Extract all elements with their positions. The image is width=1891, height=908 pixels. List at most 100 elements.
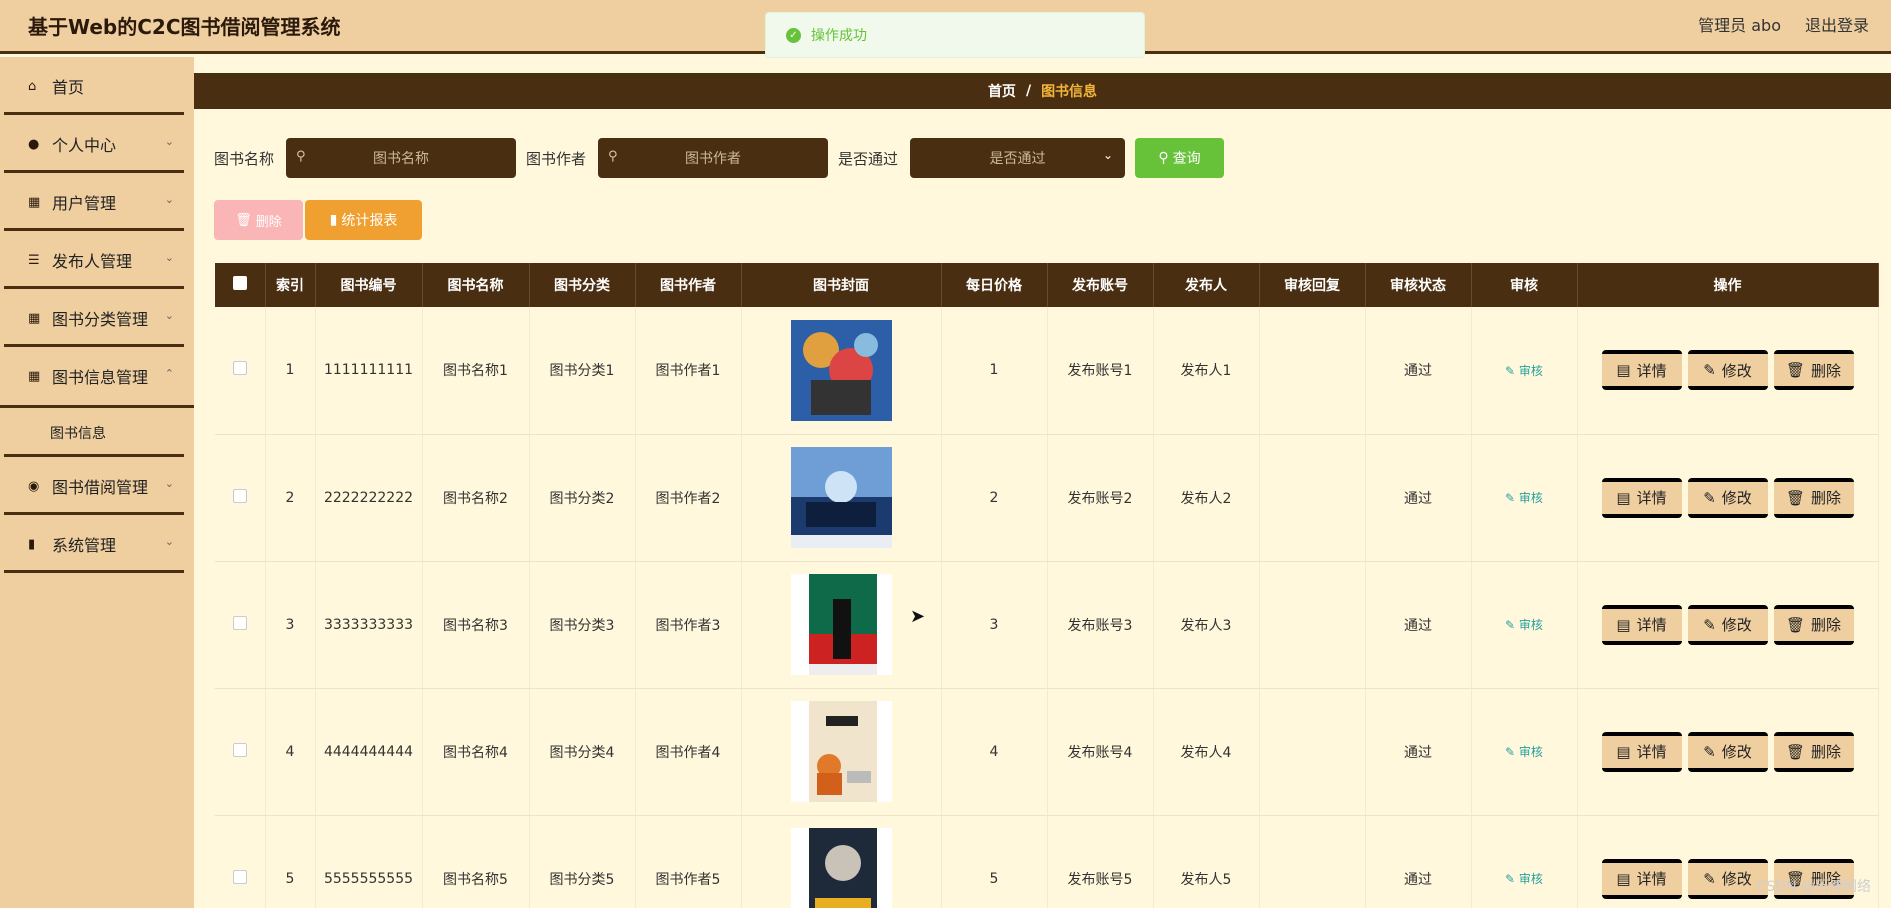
row-name: 图书名称1 [422, 307, 530, 435]
success-check-icon: ✓ [786, 27, 801, 43]
row-checkbox[interactable] [232, 615, 247, 630]
row-cover-cell [741, 307, 942, 435]
sidebar-subitem-book-info[interactable]: 图书信息 [0, 405, 194, 457]
book-cover-image[interactable] [790, 701, 892, 802]
select-all-header[interactable] [215, 263, 266, 307]
edit-button[interactable]: ✎ 修改 [1687, 731, 1768, 772]
sidebar-subitem-label: 图书信息 [50, 425, 106, 442]
detail-button[interactable]: ▤ 详情 [1601, 858, 1682, 899]
book-cover-image[interactable] [790, 447, 892, 548]
book-name-placeholder: 图书名称 [373, 151, 430, 167]
book-cover-image[interactable] [790, 828, 892, 908]
detail-label: 详情 [1636, 616, 1667, 634]
column-header: 操作 [1577, 263, 1879, 307]
sidebar-item-book-category-management[interactable]: ▦ 图书分类管理 ⌄ [0, 289, 194, 347]
delete-button[interactable]: 🗑 删除 [1773, 477, 1854, 518]
sidebar-item-label: 发布人管理 [52, 252, 133, 271]
query-button-label: 查询 [1172, 151, 1201, 167]
column-header: 审核回复 [1259, 263, 1366, 307]
row-reply [1259, 561, 1366, 689]
sidebar-item-user-management[interactable]: ▦ 用户管理 ⌄ [0, 173, 194, 231]
row-index: 5 [265, 815, 316, 908]
delete-button[interactable]: 🗑 删除 [1773, 604, 1854, 645]
row-cover-cell [741, 688, 942, 816]
row-publisher: 发布人3 [1153, 561, 1260, 689]
edit-label: 修改 [1721, 489, 1752, 507]
batch-delete-button[interactable]: 🗑 删除 [214, 200, 303, 240]
search-icon: ⚲ [608, 149, 618, 164]
row-category: 图书分类3 [529, 561, 636, 689]
row-code: 1111111111 [315, 307, 423, 435]
edit-button[interactable]: ✎ 修改 [1687, 477, 1768, 518]
detail-button[interactable]: ▤ 详情 [1601, 477, 1682, 518]
edit-button[interactable]: ✎ 修改 [1687, 604, 1768, 645]
chevron-down-icon: ⌄ [164, 477, 174, 490]
location-icon: ◉ [28, 478, 40, 494]
row-checkbox[interactable] [232, 488, 247, 503]
sidebar-item-label: 系统管理 [52, 536, 117, 555]
audit-label: 审核 [1518, 363, 1543, 378]
column-header: 图书名称 [422, 263, 530, 307]
detail-label: 详情 [1636, 361, 1667, 380]
sidebar-item-system-management[interactable]: ▮ 系统管理 ⌄ [0, 515, 194, 573]
breadcrumb-home[interactable]: 首页 [988, 81, 1016, 101]
row-account: 发布账号1 [1047, 307, 1154, 435]
column-header: 发布人 [1153, 263, 1260, 307]
row-actions: ▤ 详情 ✎ 修改 🗑 删除 [1577, 307, 1879, 435]
edit-button[interactable]: ✎ 修改 [1687, 350, 1768, 391]
sidebar: ⌂ 首页 ● 个人中心 ⌄ ▦ 用户管理 ⌄ ☰ 发布人管理 ⌄ ▦ 图书分类管… [0, 57, 194, 908]
audit-label: 审核 [1518, 618, 1543, 632]
edit-icon: ✎ [1703, 742, 1716, 761]
row-checkbox[interactable] [232, 742, 247, 757]
pass-status-select[interactable]: 是否通过 ⌄ [910, 138, 1126, 178]
book-author-input[interactable]: ⚲ 图书作者 [598, 138, 829, 178]
row-name: 图书名称5 [422, 815, 530, 908]
row-publisher: 发布人4 [1153, 688, 1260, 816]
select-all-checkbox[interactable] [232, 276, 247, 290]
stats-report-label: 统计报表 [341, 213, 398, 229]
success-toast: ✓ 操作成功 [765, 12, 1145, 58]
sidebar-item-personal-center[interactable]: ● 个人中心 ⌄ [0, 115, 194, 173]
book-cover-image[interactable] [790, 574, 892, 675]
audit-label: 审核 [1518, 872, 1543, 886]
row-publisher: 发布人1 [1153, 307, 1260, 435]
column-header: 索引 [265, 263, 316, 307]
row-code: 2222222222 [315, 434, 423, 562]
delete-button[interactable]: 🗑 删除 [1773, 350, 1854, 391]
book-name-input[interactable]: ⚲ 图书名称 [286, 138, 517, 178]
detail-button[interactable]: ▤ 详情 [1601, 604, 1682, 645]
audit-link[interactable]: ✎ 审核 [1505, 872, 1543, 886]
delete-button[interactable]: 🗑 删除 [1773, 731, 1854, 772]
app-title: 基于Web的C2C图书借阅管理系统 [28, 15, 341, 39]
table-row: 3 3333333333 图书名称3 图书分类3 图书作者3 3 发布账号3 发… [215, 561, 1879, 689]
sidebar-item-publisher-management[interactable]: ☰ 发布人管理 ⌄ [0, 231, 194, 289]
row-cover-cell [741, 815, 942, 908]
logout-link[interactable]: 退出登录 [1805, 12, 1869, 36]
watermark: CSDN @历博网络 [1756, 879, 1871, 895]
audit-link[interactable]: ✎ 审核 [1505, 618, 1543, 632]
current-user[interactable]: 管理员 abo [1698, 12, 1781, 36]
row-checkbox[interactable] [232, 869, 247, 884]
sidebar-item-home[interactable]: ⌂ 首页 [0, 57, 194, 115]
edit-button[interactable]: ✎ 修改 [1687, 858, 1768, 899]
sidebar-item-book-info-management[interactable]: ▦ 图书信息管理 ⌃ [0, 347, 194, 405]
audit-link[interactable]: ✎ 审核 [1505, 364, 1543, 378]
query-button[interactable]: ⚲ 查询 [1135, 138, 1225, 178]
grid-icon: ▦ [28, 368, 41, 384]
stats-report-button[interactable]: ▮ 统计报表 [305, 200, 422, 240]
detail-button[interactable]: ▤ 详情 [1601, 731, 1682, 772]
detail-button[interactable]: ▤ 详情 [1601, 350, 1682, 391]
edit-icon: ✎ [1505, 491, 1519, 505]
row-checkbox[interactable] [232, 361, 247, 376]
table-row: 2 2222222222 图书名称2 图书分类2 图书作者2 2 发布账号2 发… [215, 434, 1879, 562]
row-category: 图书分类4 [529, 688, 636, 816]
sidebar-item-borrow-management[interactable]: ◉ 图书借阅管理 ⌄ [0, 457, 194, 515]
audit-link[interactable]: ✎ 审核 [1505, 745, 1543, 759]
row-author: 图书作者3 [635, 561, 742, 689]
row-status: 通过 [1365, 688, 1472, 816]
audit-link[interactable]: ✎ 审核 [1505, 491, 1543, 505]
document-icon: ▤ [1616, 361, 1631, 380]
column-header: 图书编号 [315, 263, 423, 307]
row-account: 发布账号3 [1047, 561, 1154, 689]
book-cover-image[interactable] [790, 319, 892, 421]
